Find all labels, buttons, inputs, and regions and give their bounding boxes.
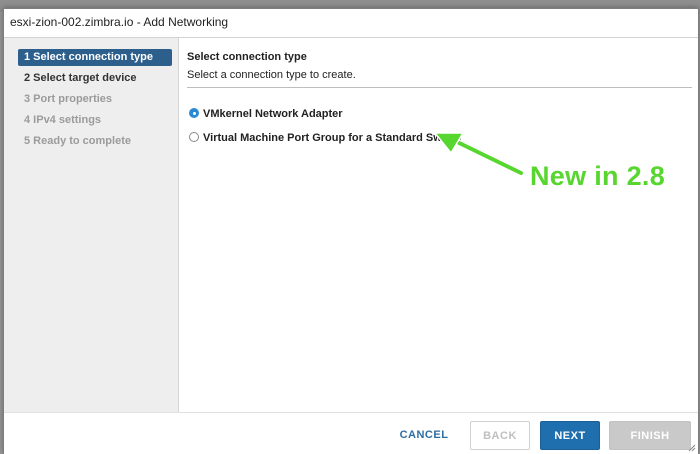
wizard-step-ipv4-settings: 4 IPv4 settings: [24, 114, 102, 126]
next-button[interactable]: NEXT: [540, 421, 600, 450]
dialog-title: esxi-zion-002.zimbra.io - Add Networking: [4, 9, 698, 38]
divider: [187, 87, 692, 88]
radio-checked-icon[interactable]: [189, 108, 199, 118]
finish-button[interactable]: FINISH: [609, 421, 691, 450]
add-networking-dialog: esxi-zion-002.zimbra.io - Add Networking…: [3, 8, 699, 454]
wizard-step-select-target-device[interactable]: 2 Select target device: [18, 70, 172, 87]
cancel-button[interactable]: CANCEL: [389, 421, 459, 450]
page-title: Select connection type: [187, 51, 307, 63]
option-label: VMkernel Network Adapter: [203, 108, 343, 120]
wizard-step-ready-to-complete: 5 Ready to complete: [24, 135, 131, 147]
annotation-label: New in 2.8: [530, 161, 666, 191]
radio-unchecked-icon[interactable]: [189, 132, 199, 142]
annotation-arrow-icon: [433, 132, 525, 177]
option-label: Virtual Machine Port Group for a Standar…: [203, 132, 462, 144]
wizard-step-port-properties: 3 Port properties: [24, 93, 113, 105]
resize-grip-icon[interactable]: [688, 444, 696, 452]
wizard-step-select-connection-type[interactable]: 1 Select connection type: [18, 49, 172, 66]
dialog-footer: CANCEL BACK NEXT FINISH: [4, 412, 698, 454]
wizard-content: Select connection type Select a connecti…: [187, 38, 692, 412]
dialog-body: 1 Select connection type 2 Select target…: [4, 38, 698, 412]
back-button[interactable]: BACK: [470, 421, 530, 450]
wizard-steps-sidebar: 1 Select connection type 2 Select target…: [4, 38, 179, 412]
page-subtitle: Select a connection type to create.: [187, 69, 356, 81]
